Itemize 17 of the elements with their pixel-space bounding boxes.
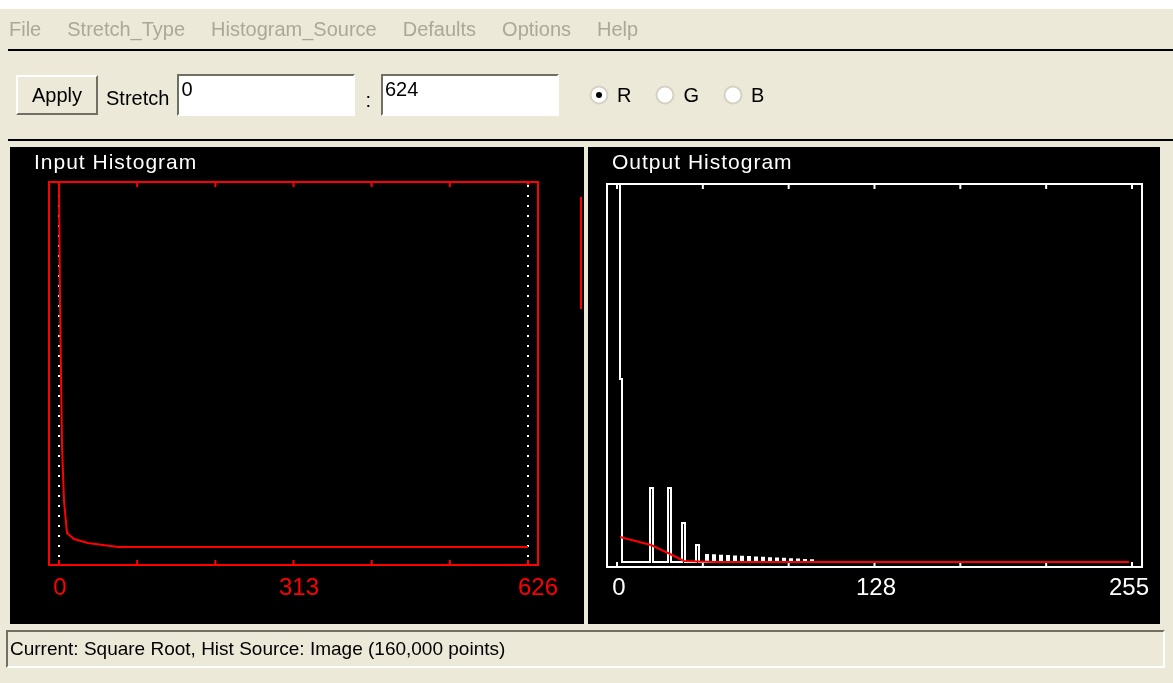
- axis-tick-label: 626: [518, 575, 558, 599]
- axis-tick-label: 313: [279, 575, 319, 599]
- axis-tick-label: 0: [53, 575, 67, 599]
- channel-radio[interactable]: B: [722, 80, 765, 110]
- stretch-label: Stretch: [106, 86, 170, 111]
- apply-button[interactable]: Apply: [16, 75, 99, 115]
- separator-label: :: [364, 88, 372, 113]
- histogram-title: Input Histogram: [34, 151, 198, 172]
- channel-radio[interactable]: R: [588, 80, 632, 110]
- axis-tick-label: 0: [612, 575, 626, 599]
- min-field[interactable]: 0: [177, 74, 356, 116]
- max-field[interactable]: 624: [380, 74, 559, 116]
- axis-tick-label: 128: [856, 575, 896, 599]
- status-text: Current: Square Root, Hist Source: Image (160,000 points): [9, 636, 506, 661]
- histogram-title: Output Histogram: [612, 151, 793, 172]
- channel-radio[interactable]: G: [655, 80, 699, 110]
- axis-tick-label: 255: [1109, 575, 1149, 599]
